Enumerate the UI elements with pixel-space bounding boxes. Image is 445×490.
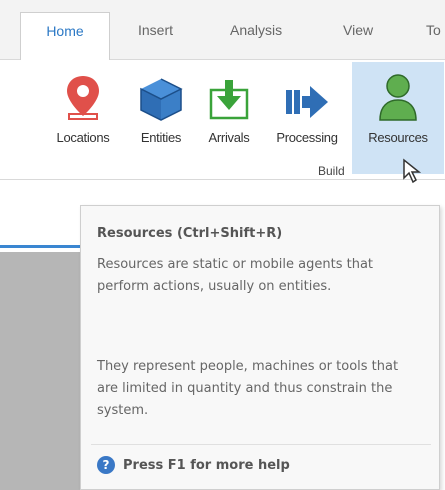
tooltip-title: Resources (Ctrl+Shift+R) (97, 226, 283, 241)
mouse-cursor-icon (402, 158, 422, 189)
app-screen: Home Insert Analysis View To Locations E… (0, 0, 445, 490)
arrival-arrow-icon (207, 70, 251, 122)
tooltip-help-row: ? Press F1 for more help (97, 456, 290, 474)
locations-button[interactable]: Locations (44, 70, 122, 158)
map-pin-icon (63, 70, 103, 122)
entities-label: Entities (140, 130, 182, 145)
help-text: Press F1 for more help (123, 457, 290, 473)
tooltip-details: They represent people, machines or tools… (97, 359, 399, 418)
ribbon-panel: Locations Entities Arrivals Processing R… (0, 60, 445, 184)
resources-button[interactable]: Resources (352, 62, 444, 174)
tab-insert[interactable]: Insert (138, 22, 173, 38)
processing-button[interactable]: Processing (264, 70, 350, 158)
workspace-background (0, 252, 80, 490)
ribbon-group-label: Build (318, 164, 345, 178)
tab-view[interactable]: View (343, 22, 373, 38)
cube-icon (138, 70, 184, 122)
tab-home[interactable]: Home (20, 12, 110, 61)
resources-tooltip: Resources (Ctrl+Shift+R) Resources are s… (80, 205, 440, 490)
person-icon (376, 70, 420, 122)
entities-button[interactable]: Entities (128, 70, 194, 158)
accent-divider (0, 245, 80, 248)
help-icon: ? (97, 456, 115, 474)
ribbon-tab-bar: Home Insert Analysis View To (0, 0, 445, 61)
resources-label: Resources (368, 130, 428, 145)
arrivals-label: Arrivals (208, 130, 250, 145)
tooltip-separator (91, 444, 431, 445)
tooltip-description: Resources are static or mobile agents th… (97, 257, 374, 294)
processing-label: Processing (276, 130, 338, 145)
arrivals-button[interactable]: Arrivals (196, 70, 262, 158)
processing-arrow-icon (284, 70, 330, 122)
locations-label: Locations (56, 130, 110, 145)
tab-analysis[interactable]: Analysis (230, 22, 282, 38)
tab-tools[interactable]: To (426, 22, 441, 38)
